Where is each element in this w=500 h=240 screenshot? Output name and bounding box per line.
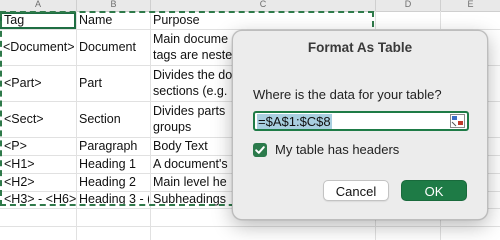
cell-a6[interactable]: <H1> (4, 157, 76, 171)
checkmark-icon (255, 146, 265, 154)
range-prompt-label: Where is the data for your table? (253, 87, 442, 102)
cell-b7[interactable]: Heading 2 (79, 175, 149, 189)
cell-b4[interactable]: Section (79, 112, 149, 126)
has-headers-label[interactable]: My table has headers (275, 142, 399, 157)
column-header-d[interactable]: D (376, 0, 440, 11)
column-header-c[interactable]: C (151, 0, 375, 11)
ok-button[interactable]: OK (401, 180, 467, 201)
cell-b6[interactable]: Heading 1 (79, 157, 149, 171)
cell-a2[interactable]: <Document> (3, 40, 76, 54)
cell-b3[interactable]: Part (79, 76, 149, 90)
range-input[interactable]: =$A$1:$C$8 (253, 111, 469, 131)
cell-a5[interactable]: <P> (4, 139, 76, 153)
range-input-value[interactable]: =$A$1:$C$8 (257, 114, 332, 129)
cell-b8[interactable]: Heading 3 - ( (79, 192, 149, 206)
cell-a4[interactable]: <Sect> (4, 112, 76, 126)
column-header-a[interactable]: A (0, 0, 76, 11)
dialog-title: Format As Table (307, 40, 413, 55)
column-header-row: A B C D E (0, 0, 500, 12)
column-header-b[interactable]: B (77, 0, 150, 11)
cell-a3[interactable]: <Part> (4, 76, 76, 90)
column-header-e[interactable]: E (441, 0, 500, 11)
has-headers-checkbox[interactable] (253, 143, 267, 157)
cell-b1[interactable]: Name (79, 13, 149, 27)
cell-b5[interactable]: Paragraph (79, 139, 149, 153)
cell-c1[interactable]: Purpose (153, 13, 373, 27)
cell-b2[interactable]: Document (79, 40, 149, 54)
cancel-button[interactable]: Cancel (323, 180, 389, 201)
cell-a8[interactable]: <H3> - <H6> (4, 192, 77, 206)
collapse-dialog-icon[interactable] (450, 114, 465, 128)
active-cell-indicator (0, 12, 76, 29)
format-as-table-dialog: Format As Table Where is the data for yo… (232, 30, 488, 220)
cell-a7[interactable]: <H2> (4, 175, 76, 189)
